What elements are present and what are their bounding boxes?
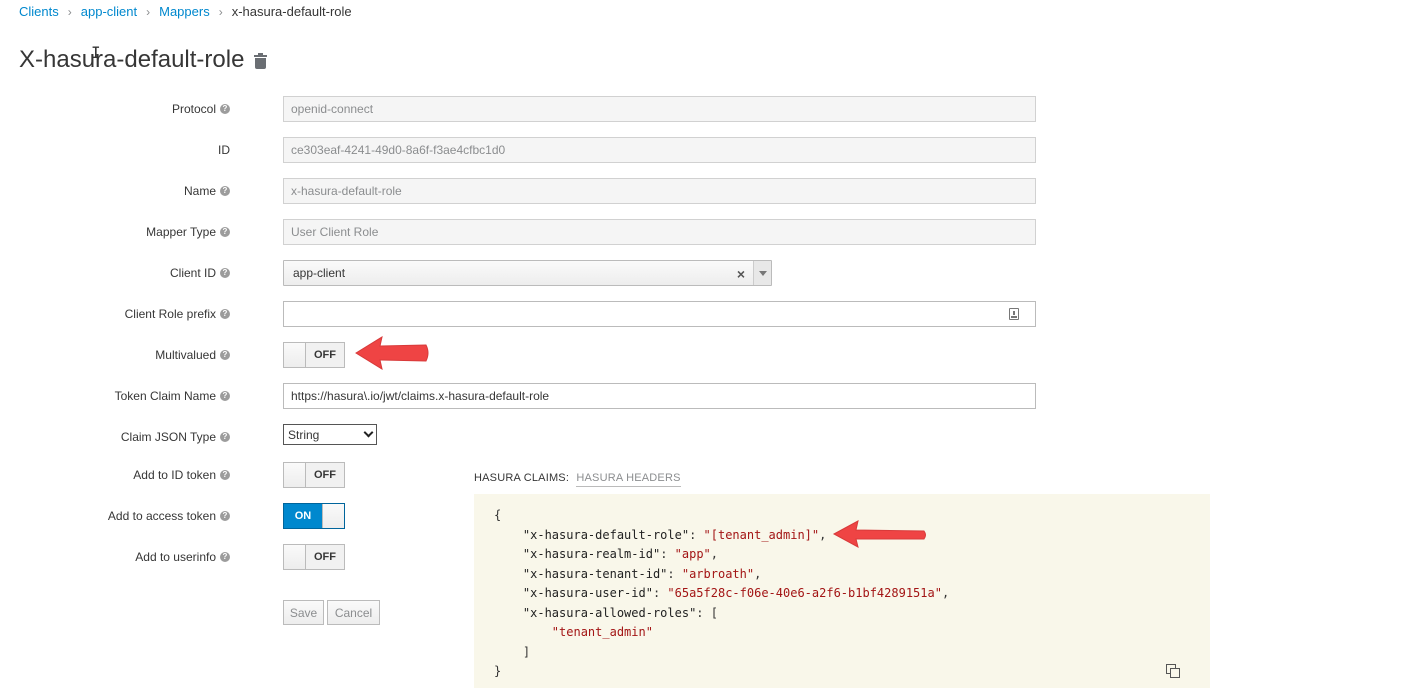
- claim-key: "x-hasura-default-role": [522, 527, 690, 542]
- multivalued-label-text: Multivalued: [155, 348, 216, 362]
- name-field: x-hasura-default-role: [283, 178, 1036, 204]
- claim-key: "x-hasura-user-id": [522, 586, 653, 600]
- json-open-brace: {: [494, 508, 502, 522]
- help-icon[interactable]: ?: [220, 309, 230, 319]
- breadcrumb: Clients › app-client › Mappers › x-hasur…: [19, 4, 352, 19]
- help-icon[interactable]: ?: [220, 552, 230, 562]
- json-comma: ,: [819, 527, 827, 542]
- id-field: ce303eaf-4241-49d0-8a6f-f3ae4cfbc1d0: [283, 137, 1036, 163]
- claim-value: "[tenant_admin]": [703, 527, 820, 542]
- help-icon[interactable]: ?: [220, 391, 230, 401]
- help-icon[interactable]: ?: [220, 350, 230, 360]
- client-id-value: app-client: [293, 266, 346, 280]
- toggle-state: ON: [284, 504, 322, 528]
- page-title: X-hasura-default-role: [19, 46, 245, 73]
- client-id-label-text: Client ID: [169, 266, 216, 280]
- help-icon[interactable]: ?: [220, 186, 230, 196]
- password-manager-icon[interactable]: [1009, 308, 1019, 320]
- client-role-prefix-input[interactable]: [283, 301, 1036, 327]
- claim-json-type-value: String: [288, 427, 320, 442]
- clear-icon[interactable]: ×: [737, 266, 745, 282]
- toggle-knob: [284, 545, 306, 569]
- help-icon[interactable]: ?: [220, 470, 230, 480]
- annotation-arrow-icon: [832, 520, 926, 548]
- copy-icon[interactable]: [1166, 664, 1180, 678]
- json-comma: ,: [941, 586, 950, 600]
- client-id-label: Client ID?: [170, 266, 230, 280]
- json-comma: ,: [754, 566, 762, 581]
- claim-value: "arbroath": [681, 566, 755, 581]
- add-to-access-token-label-text: Add to access token: [107, 509, 216, 523]
- help-icon[interactable]: ?: [220, 227, 230, 237]
- add-to-userinfo-label: Add to userinfo?: [135, 550, 230, 564]
- breadcrumb-separator: ›: [67, 4, 72, 19]
- tab-hasura-headers[interactable]: HASURA HEADERS: [576, 472, 681, 487]
- multivalued-toggle[interactable]: OFF: [283, 342, 345, 368]
- toggle-state: OFF: [306, 463, 344, 487]
- breadcrumb-mappers[interactable]: Mappers: [159, 4, 210, 19]
- chevron-down-icon[interactable]: [753, 261, 771, 285]
- breadcrumb-current: x-hasura-default-role: [231, 4, 352, 19]
- mapper-type-label-text: Mapper Type: [146, 225, 216, 239]
- claim-value: "65a5f28c-f06e-40e6-a2f6-b1bf4289151a": [667, 586, 942, 600]
- toggle-knob: [322, 504, 344, 528]
- trash-icon[interactable]: [254, 53, 268, 70]
- client-role-prefix-label-text: Client Role prefix: [124, 307, 216, 321]
- breadcrumb-separator: ›: [146, 4, 151, 19]
- breadcrumb-clients[interactable]: Clients: [19, 4, 59, 19]
- add-to-userinfo-label-text: Add to userinfo: [135, 550, 216, 564]
- save-button[interactable]: Save: [283, 600, 324, 625]
- toggle-state: OFF: [306, 545, 344, 569]
- claim-value: "tenant_admin": [551, 625, 653, 639]
- token-claim-name-label-text: Token Claim Name: [114, 389, 216, 403]
- protocol-label-text: Protocol: [171, 102, 216, 116]
- json-close-brace: }: [494, 664, 502, 678]
- mapper-type-label: Mapper Type?: [146, 225, 230, 239]
- help-icon[interactable]: ?: [220, 104, 230, 114]
- toggle-knob: [284, 463, 306, 487]
- help-icon[interactable]: ?: [220, 432, 230, 442]
- breadcrumb-app-client[interactable]: app-client: [81, 4, 137, 19]
- token-claim-name-label: Token Claim Name?: [115, 389, 230, 403]
- help-icon[interactable]: ?: [220, 511, 230, 521]
- help-icon[interactable]: ?: [220, 268, 230, 278]
- claim-json-type-label: Claim JSON Type?: [121, 430, 230, 444]
- name-label: Name?: [184, 184, 230, 198]
- protocol-field: openid-connect: [283, 96, 1036, 122]
- claim-key: "x-hasura-allowed-roles": [522, 605, 697, 620]
- multivalued-label: Multivalued?: [155, 348, 230, 362]
- client-role-prefix-label: Client Role prefix?: [125, 307, 230, 321]
- add-to-id-token-toggle[interactable]: OFF: [283, 462, 345, 488]
- claim-json-type-select[interactable]: String: [283, 424, 377, 445]
- mapper-type-field: User Client Role: [283, 219, 1036, 245]
- add-to-id-token-label-text: Add to ID token: [133, 468, 216, 482]
- claims-tabs: HASURA CLAIMS: HASURA HEADERS: [474, 472, 681, 487]
- claim-key: "x-hasura-realm-id": [522, 547, 661, 561]
- json-close-bracket: ]: [522, 644, 531, 659]
- id-label-text: ID: [218, 143, 230, 157]
- claim-key: "x-hasura-tenant-id": [522, 566, 668, 581]
- claim-json-type-label-text: Claim JSON Type: [120, 430, 216, 444]
- add-to-access-token-label: Add to access token?: [108, 509, 230, 523]
- client-id-select[interactable]: app-client ×: [283, 260, 772, 286]
- json-comma: ,: [710, 547, 718, 561]
- breadcrumb-separator: ›: [218, 4, 223, 19]
- chevron-down-icon: [363, 427, 374, 438]
- toggle-state: OFF: [306, 343, 344, 367]
- toggle-knob: [284, 343, 306, 367]
- tab-hasura-claims[interactable]: HASURA CLAIMS:: [474, 472, 569, 484]
- add-to-userinfo-toggle[interactable]: OFF: [283, 544, 345, 570]
- name-label-text: Name: [183, 184, 216, 198]
- add-to-access-token-toggle[interactable]: ON: [283, 503, 345, 529]
- claim-value: "app": [674, 547, 711, 561]
- protocol-label: Protocol?: [172, 102, 230, 116]
- add-to-id-token-label: Add to ID token?: [133, 468, 230, 482]
- text-cursor-icon: I: [91, 43, 101, 62]
- page-title-row: X-hasura-default-role: [19, 46, 268, 74]
- token-claim-name-input[interactable]: https://hasura\.io/jwt/claims.x-hasura-d…: [283, 383, 1036, 409]
- cancel-button[interactable]: Cancel: [327, 600, 380, 625]
- json-open-bracket: [: [710, 605, 718, 620]
- id-label: ID: [218, 143, 230, 157]
- annotation-arrow-icon: [355, 335, 429, 371]
